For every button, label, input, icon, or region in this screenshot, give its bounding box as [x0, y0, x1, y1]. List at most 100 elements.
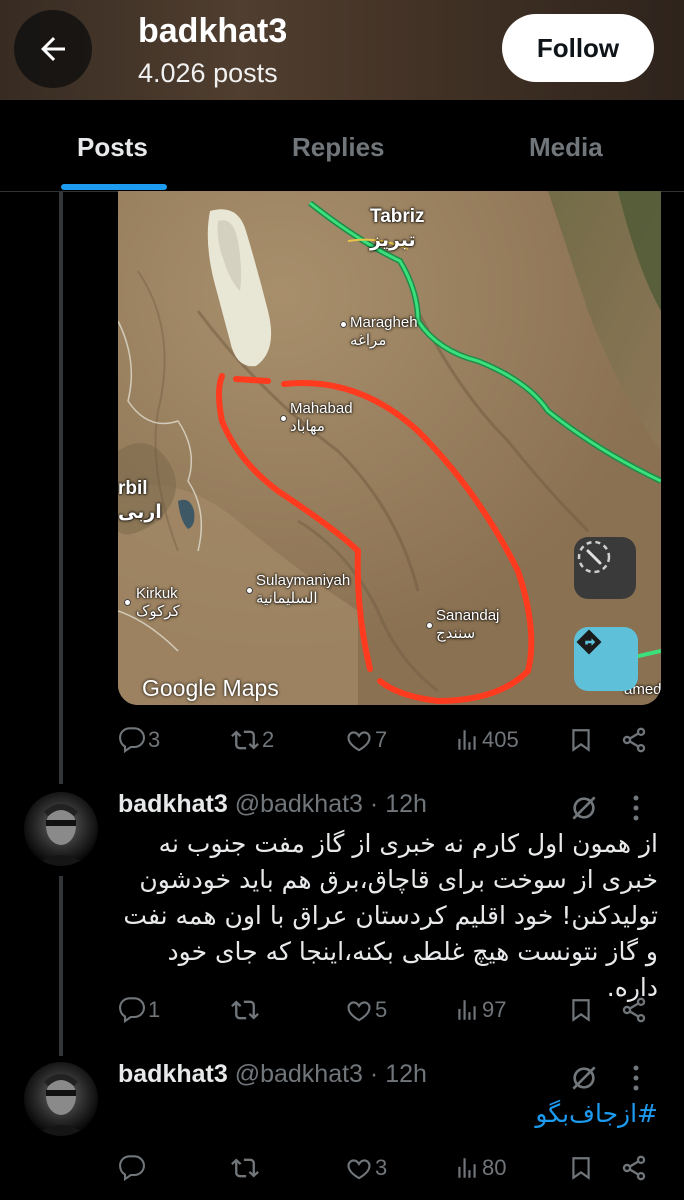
tweet-text: #ازجاف‌بگو	[118, 1096, 658, 1132]
repost-button[interactable]	[230, 1148, 262, 1188]
map-label-sanandaj-fa: سنندج	[436, 625, 476, 642]
follow-button[interactable]: Follow	[502, 14, 654, 82]
views-button[interactable]: 405	[454, 720, 519, 760]
like-button[interactable]: 3	[345, 1148, 387, 1188]
tweet-text: از همون اول کارم نه خبری از گاز مفت جنوب…	[123, 829, 658, 1002]
directions-icon	[576, 629, 602, 655]
timestamp[interactable]: · 12h	[370, 1060, 427, 1088]
profile-name: badkhat3	[138, 12, 288, 50]
avatar-image	[34, 1074, 88, 1136]
avatar[interactable]	[24, 1062, 98, 1136]
like-button[interactable]: 5	[345, 990, 387, 1030]
map-label-maragheh-fa: مراغه	[350, 332, 387, 349]
reply-icon	[118, 1155, 146, 1182]
map-city-dot	[340, 321, 347, 328]
repost-button[interactable]: 2	[230, 720, 274, 760]
like-count: 5	[375, 997, 388, 1022]
tab-media[interactable]: Media	[529, 132, 603, 163]
reply-button[interactable]: 1	[118, 990, 160, 1030]
profile-header: badkhat3 4.026 posts Follow	[0, 0, 684, 100]
timestamp[interactable]: · 12h	[370, 790, 427, 818]
repost-count: 2	[262, 727, 275, 752]
views-icon	[458, 730, 476, 750]
tweet-header-icons	[568, 1062, 642, 1094]
reply-button[interactable]	[118, 1148, 148, 1188]
profile-tabs: Posts Replies Media	[0, 100, 684, 192]
display-name[interactable]: badkhat3	[118, 790, 228, 818]
repost-button[interactable]	[230, 990, 262, 1030]
map-label-sanandaj: Sanandaj	[436, 607, 500, 624]
more-options-icon[interactable]	[630, 793, 642, 823]
map-city-dot	[280, 415, 287, 422]
post-actions: 3 2 7 405	[118, 720, 658, 760]
like-count: 7	[375, 727, 388, 752]
active-tab-indicator	[61, 184, 167, 190]
heart-icon	[347, 1001, 371, 1022]
post-actions: 1 5 97	[118, 990, 658, 1030]
display-name[interactable]: badkhat3	[118, 1060, 228, 1088]
like-button[interactable]: 7	[345, 720, 387, 760]
views-button[interactable]: 97	[454, 990, 506, 1030]
hashtag-link[interactable]: #ازجاف‌بگو	[535, 1099, 658, 1128]
more-options-icon[interactable]	[630, 1063, 642, 1093]
reply-icon	[118, 997, 146, 1024]
share-icon	[622, 1155, 646, 1181]
map-label-kirkuk-fa: کرکوک	[136, 603, 180, 620]
map-label-erbil-fa: اربی	[118, 502, 162, 523]
reply-count: 3	[148, 727, 161, 752]
arrow-left-icon	[41, 37, 65, 61]
bookmark-button[interactable]	[568, 990, 594, 1030]
reply-icon	[118, 727, 146, 754]
tab-replies[interactable]: Replies	[292, 132, 385, 163]
view-count: 97	[482, 997, 507, 1022]
bookmark-button[interactable]	[568, 720, 594, 760]
thread-line	[59, 192, 63, 784]
map-label-maragheh: Maragheh	[350, 314, 418, 331]
share-button[interactable]	[620, 720, 648, 760]
map-label-sulaymaniyah-fa: السليمانية	[256, 590, 318, 607]
views-icon	[458, 1000, 476, 1020]
share-button[interactable]	[620, 1148, 648, 1188]
share-button[interactable]	[620, 990, 648, 1030]
google-maps-logo: Google Maps	[142, 675, 279, 701]
view-count: 405	[482, 727, 519, 752]
heart-icon	[347, 1159, 371, 1180]
map-label-sulaymaniyah: Sulaymaniyah	[256, 572, 351, 589]
back-button[interactable]	[14, 10, 92, 88]
tweet-header: badkhat3 @badkhat3 · 12h	[118, 1060, 427, 1089]
grok-icon[interactable]	[568, 792, 600, 824]
tab-posts[interactable]: Posts	[77, 132, 148, 163]
repost-icon	[231, 1000, 259, 1020]
view-count: 80	[482, 1155, 507, 1180]
handle[interactable]: @badkhat3	[235, 790, 363, 818]
tweet-header: badkhat3 @badkhat3 · 12h	[118, 790, 427, 819]
map-image[interactable]: Tabriz تبریز Maragheh مراغه Mahabad مهاب…	[118, 191, 661, 705]
grok-icon[interactable]	[568, 1062, 600, 1094]
repost-icon	[231, 1158, 259, 1178]
map-city-dot	[124, 599, 131, 606]
map-label-kirkuk: Kirkuk	[136, 585, 178, 602]
directions-button[interactable]	[574, 627, 638, 691]
compass-button[interactable]	[574, 537, 636, 599]
handle[interactable]: @badkhat3	[235, 1060, 363, 1088]
bookmark-button[interactable]	[568, 1148, 594, 1188]
bookmark-icon	[572, 729, 590, 752]
compass-icon	[577, 540, 611, 574]
map-label-erbil: rbil	[118, 478, 148, 499]
post-actions: 3 80	[118, 1148, 658, 1188]
thread-line	[59, 876, 63, 1056]
reply-button[interactable]: 3	[118, 720, 160, 760]
share-icon	[622, 727, 646, 753]
heart-icon	[347, 731, 371, 752]
map-city-dot	[246, 587, 253, 594]
like-count: 3	[375, 1155, 388, 1180]
bookmark-icon	[572, 999, 590, 1022]
post-count: 4.026 posts	[138, 58, 278, 88]
avatar-image	[34, 804, 88, 866]
avatar[interactable]	[24, 792, 98, 866]
tweet-header-icons	[568, 792, 642, 824]
views-button[interactable]: 80	[454, 1148, 506, 1188]
bookmark-icon	[572, 1157, 590, 1180]
views-icon	[458, 1158, 476, 1178]
map-label-mahabad: Mahabad	[290, 400, 353, 417]
